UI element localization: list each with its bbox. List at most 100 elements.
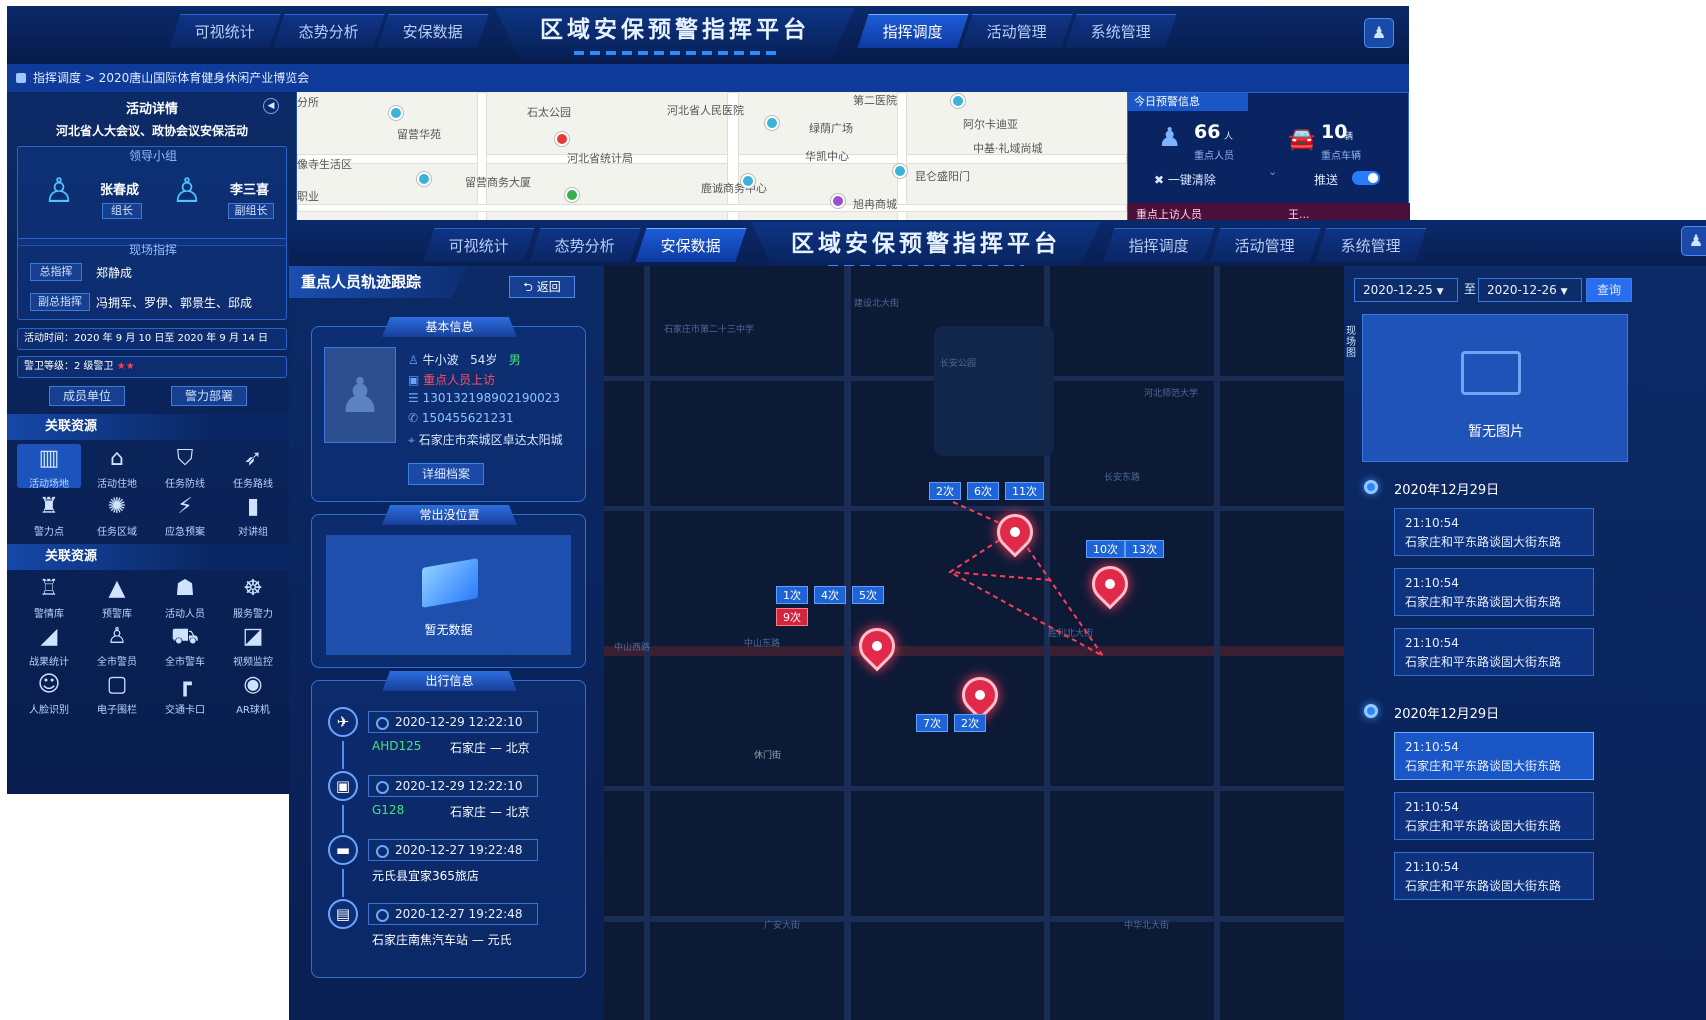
- visit-count-badge-alert[interactable]: 9次: [776, 608, 808, 626]
- resource-item-label: 任务路线: [233, 479, 273, 490]
- visit-count-badge[interactable]: 2次: [929, 482, 961, 500]
- query-button[interactable]: 查询: [1586, 278, 1632, 302]
- id-number: 130132198902190023: [422, 391, 561, 405]
- resource-item[interactable]: ☗ 活动人员: [153, 574, 217, 620]
- poi-marker-icon[interactable]: [417, 172, 431, 186]
- resource-item[interactable]: ⚡ 应急预案: [153, 492, 217, 538]
- resource-item[interactable]: ⌂ 活动住地: [85, 444, 149, 490]
- leader-1-role: 组长: [102, 203, 142, 219]
- car-icon: 🚘: [1288, 127, 1316, 152]
- id-card-icon: ☰: [408, 391, 419, 405]
- visit-count-badge[interactable]: 1次: [776, 586, 808, 604]
- poi-marker-icon[interactable]: [389, 106, 403, 120]
- back-user-icon[interactable]: ♟: [1364, 18, 1394, 48]
- travel-route: 石家庄 — 北京: [450, 741, 530, 755]
- front-nav-security-data[interactable]: 安保数据: [635, 228, 747, 262]
- back-light-map[interactable]: 石太公园 河北省人民医院 第二医院 留营华苑 绿荫广场 阿尔卡迪亚 像寺生活区 …: [297, 92, 1127, 227]
- visit-count-badge[interactable]: 10次: [1086, 540, 1125, 558]
- scene-image-box[interactable]: 暂无图片: [1362, 314, 1628, 462]
- timeline-record[interactable]: 21:10:54 石家庄和平东路谈固大街东路: [1394, 508, 1594, 556]
- visit-count-badge[interactable]: 11次: [1005, 482, 1044, 500]
- back-nav-system[interactable]: 系统管理: [1065, 14, 1177, 48]
- front-nav-activity[interactable]: 活动管理: [1209, 228, 1321, 262]
- poi-marker-icon[interactable]: [555, 132, 569, 146]
- travel-time: 2020-12-29 12:22:10: [368, 711, 538, 733]
- resource-item[interactable]: ⛟ 全市警车: [153, 622, 217, 668]
- back-button[interactable]: ⮌ 返回: [509, 276, 575, 298]
- resource-item[interactable]: ♖ 警情库: [17, 574, 81, 620]
- front-user-icon[interactable]: ♟: [1681, 226, 1706, 256]
- poi-marker-icon[interactable]: [765, 116, 779, 130]
- tab-police-deploy[interactable]: 警力部署: [171, 386, 247, 406]
- front-nav-visual-stats[interactable]: 可视统计: [423, 228, 535, 262]
- chief-name: 郑静成: [96, 266, 133, 280]
- resource-item[interactable]: ◢ 战果统计: [17, 622, 81, 668]
- front-nav-system[interactable]: 系统管理: [1315, 228, 1427, 262]
- timeline-record[interactable]: 21:10:54 石家庄和平东路谈固大街东路: [1394, 732, 1594, 780]
- map-label: 绿荫广场: [809, 122, 853, 135]
- visit-count-badge[interactable]: 2次: [954, 714, 986, 732]
- resource-item[interactable]: ▮ 对讲组: [221, 492, 285, 538]
- visit-count-badge[interactable]: 5次: [852, 586, 884, 604]
- record-place: 石家庄和平东路谈固大街东路: [1405, 819, 1562, 833]
- resource-item-label: 警情库: [34, 609, 64, 620]
- poi-marker-icon[interactable]: [831, 194, 845, 208]
- front-nav-situation[interactable]: 态势分析: [529, 228, 641, 262]
- resource-item[interactable]: ◉ AR球机: [221, 670, 285, 716]
- detail-archive-button[interactable]: 详细档案: [408, 463, 484, 485]
- record-place: 石家庄和平东路谈固大街东路: [1405, 759, 1562, 773]
- resource-item[interactable]: ┏ 交通卡口: [153, 670, 217, 716]
- visit-count-badge[interactable]: 6次: [967, 482, 999, 500]
- resource-item[interactable]: ▲ 预警库: [85, 574, 149, 620]
- date-from-select[interactable]: 2020-12-25 ▼: [1354, 278, 1458, 302]
- back-nav-activity[interactable]: 活动管理: [961, 14, 1073, 48]
- timeline-record[interactable]: 21:10:54 石家庄和平东路谈固大街东路: [1394, 792, 1594, 840]
- collapse-icon[interactable]: ◀: [263, 98, 279, 114]
- visit-count-badge[interactable]: 4次: [814, 586, 846, 604]
- resource-item-label: 交通卡口: [165, 705, 205, 716]
- alert-panel-title: 今日预警信息: [1128, 93, 1248, 111]
- poi-marker-icon[interactable]: [741, 174, 755, 188]
- resource-item[interactable]: ♙ 全市警员: [85, 622, 149, 668]
- back-nav-visual-stats[interactable]: 可视统计: [169, 14, 281, 48]
- poi-marker-icon[interactable]: [565, 188, 579, 202]
- record-place: 石家庄和平东路谈固大街东路: [1405, 535, 1562, 549]
- resource-item[interactable]: ☺ 人脸识别: [17, 670, 81, 716]
- visit-count-badge[interactable]: 7次: [916, 714, 948, 732]
- resource-item[interactable]: ✺ 任务区域: [85, 492, 149, 538]
- person-name: 牛小波: [422, 353, 459, 367]
- scene-timeline-panel: 2020-12-25 ▼ 至 2020-12-26 ▼ 查询 现场图 暂无图片 …: [1344, 266, 1706, 1020]
- poi-marker-icon[interactable]: [893, 164, 907, 178]
- basic-info-card: 基本信息 ♟ ♙ 牛小波 54岁 男 ▣ 重点人员上访 ☰ 1301321989…: [311, 317, 586, 502]
- timeline-record[interactable]: 21:10:54 石家庄和平东路谈固大街东路: [1394, 568, 1594, 616]
- tab-member-units[interactable]: 成员单位: [49, 386, 125, 406]
- record-place: 石家庄和平东路谈固大街东路: [1405, 655, 1562, 669]
- resource-item[interactable]: ▢ 电子围栏: [85, 670, 149, 716]
- trajectory-map[interactable]: 中山东路 中山西路 休门街 石家庄市第二十三中学 长安公园 河北师范大学 长安东…: [604, 266, 1344, 1020]
- visit-count-badge[interactable]: 13次: [1125, 540, 1164, 558]
- map-label: 河北省人民医院: [667, 104, 744, 117]
- face-icon: ☺: [37, 672, 61, 697]
- timeline-record[interactable]: 21:10:54 石家庄和平东路谈固大街东路: [1394, 628, 1594, 676]
- resource-item[interactable]: ➶ 任务路线: [221, 444, 285, 490]
- resource-item[interactable]: ◪ 视频监控: [221, 622, 285, 668]
- back-nav-situation[interactable]: 态势分析: [273, 14, 385, 48]
- back-nav-command[interactable]: 指挥调度: [857, 14, 969, 48]
- leader-avatar-icon: ♙: [43, 171, 75, 211]
- front-nav-command[interactable]: 指挥调度: [1103, 228, 1215, 262]
- alert-level-text: 警卫等级：2 级警卫: [24, 361, 114, 372]
- resource-item[interactable]: ▥ 活动场地: [17, 444, 81, 490]
- plane-icon: ✈: [328, 707, 358, 737]
- resource-item[interactable]: ♜ 警力点: [17, 492, 81, 538]
- clear-all-button[interactable]: ✖ 一键清除: [1154, 171, 1216, 188]
- poi-marker-icon[interactable]: [951, 94, 965, 108]
- push-toggle[interactable]: [1352, 171, 1380, 185]
- resource-item[interactable]: ⛉ 任务防线: [153, 444, 217, 490]
- resource-item-label: 活动人员: [165, 609, 205, 620]
- timeline-record[interactable]: 21:10:54 石家庄和平东路谈固大街东路: [1394, 852, 1594, 900]
- chevron-down-icon[interactable]: ⌄: [1268, 165, 1277, 178]
- back-nav-security-data[interactable]: 安保数据: [377, 14, 489, 48]
- date-to-select[interactable]: 2020-12-26 ▼: [1478, 278, 1582, 302]
- resource-item-label: 对讲组: [238, 527, 268, 538]
- resource-item[interactable]: ☸ 服务警力: [221, 574, 285, 620]
